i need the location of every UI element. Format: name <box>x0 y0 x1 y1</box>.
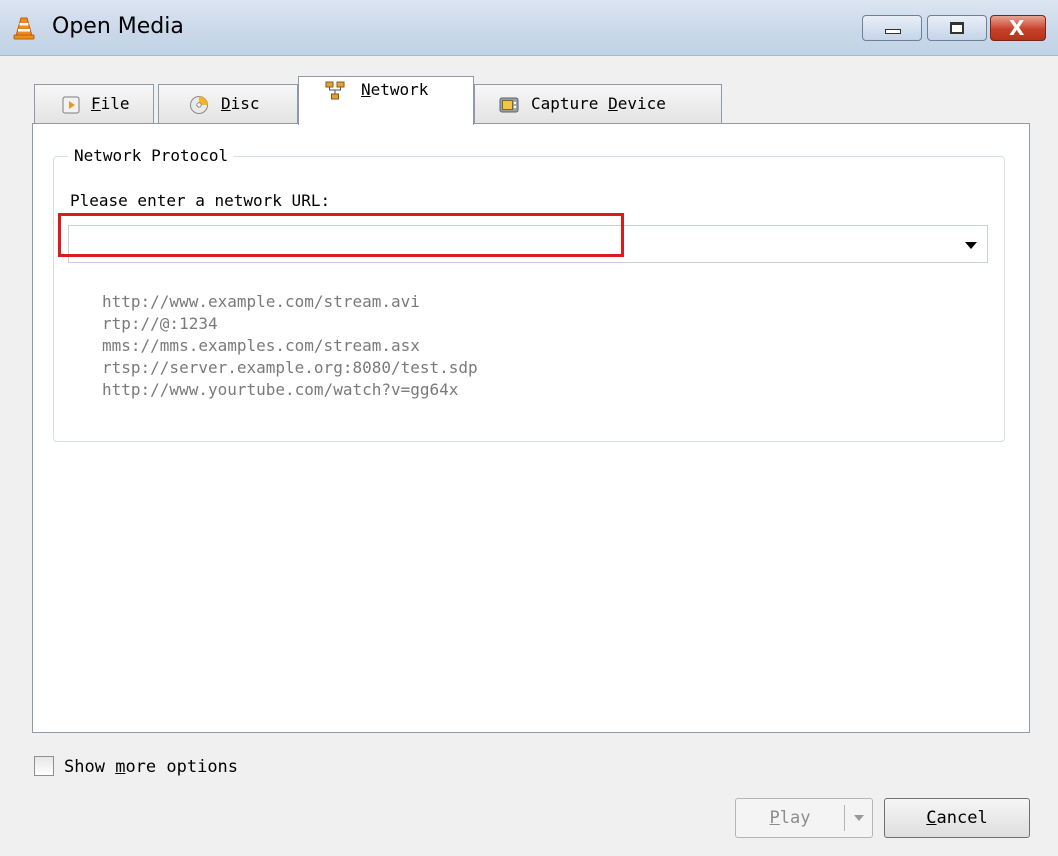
example-url: http://www.example.com/stream.avi <box>102 292 420 311</box>
tab-file[interactable]: File <box>34 84 154 124</box>
tab-file-label: File <box>91 94 130 113</box>
tab-capture-device-label: Capture Device <box>531 94 666 113</box>
maximize-button[interactable] <box>927 15 987 41</box>
minimize-button[interactable] <box>862 15 922 41</box>
example-url: rtsp://server.example.org:8080/test.sdp <box>102 358 478 377</box>
tab-capture-device[interactable]: Capture Device <box>474 84 722 124</box>
play-button-label: Play <box>769 808 811 828</box>
cancel-button[interactable]: Cancel <box>884 798 1030 838</box>
network-url-combobox[interactable] <box>68 225 988 263</box>
tab-network[interactable]: Network <box>298 76 474 125</box>
title-bar[interactable]: Open Media X <box>0 0 1058 56</box>
maximize-icon <box>950 22 964 34</box>
example-url: http://www.yourtube.com/watch?v=gg64x <box>102 380 459 399</box>
tab-disc-label: Disc <box>221 94 260 113</box>
play-split-button[interactable]: Play <box>735 798 873 838</box>
url-prompt-label: Please enter a network URL: <box>70 191 331 210</box>
close-icon: X <box>1009 16 1025 40</box>
window-title: Open Media <box>52 14 184 39</box>
dropdown-arrow-icon[interactable] <box>965 242 977 249</box>
capture-device-icon <box>499 97 519 113</box>
example-url: rtp://@:1234 <box>102 314 218 333</box>
play-dropdown-arrow-icon[interactable] <box>854 815 864 821</box>
vlc-cone-icon <box>13 17 35 40</box>
tab-disc[interactable]: Disc <box>158 84 298 124</box>
show-more-options-label[interactable]: Show more options <box>64 755 238 779</box>
url-examples: http://www.example.com/stream.avi rtp://… <box>102 291 478 401</box>
show-more-options-checkbox[interactable] <box>34 756 54 776</box>
disc-icon <box>190 96 208 114</box>
network-protocol-group: Network Protocol Please enter a network … <box>53 144 1005 442</box>
cancel-button-label: Cancel <box>926 808 988 828</box>
file-play-icon <box>62 96 80 114</box>
example-url: mms://mms.examples.com/stream.asx <box>102 336 420 355</box>
group-title: Network Protocol <box>68 144 235 168</box>
split-divider <box>844 805 845 831</box>
open-media-dialog: Open Media X File Disc Network Capture D… <box>0 0 1058 856</box>
close-button[interactable]: X <box>990 15 1046 41</box>
tab-network-label: Network <box>361 80 429 99</box>
minimize-icon <box>885 29 901 34</box>
network-url-input[interactable] <box>69 226 949 262</box>
network-tab-panel: Network Protocol Please enter a network … <box>32 123 1030 733</box>
network-icon <box>325 81 345 100</box>
